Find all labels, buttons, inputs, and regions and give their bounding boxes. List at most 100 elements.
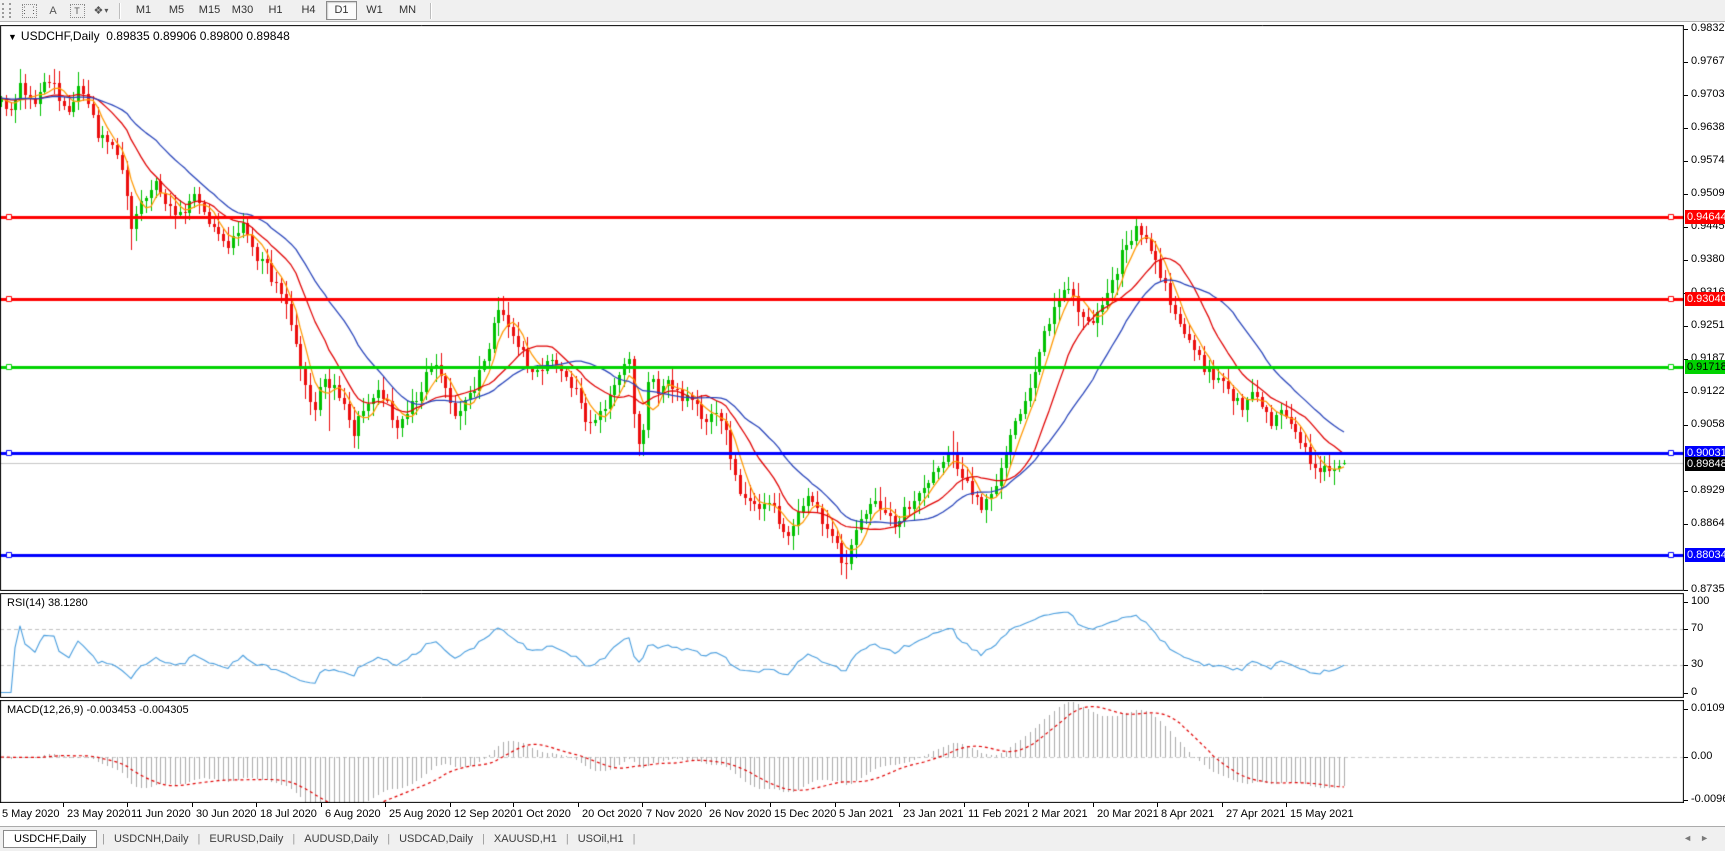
date-axis-tick: [964, 803, 965, 807]
rsi-axis-label: 70: [1691, 622, 1704, 635]
price-axis-tick: [1684, 128, 1688, 129]
date-axis-tick: [1286, 803, 1287, 807]
chart-tab-usdcnh[interactable]: USDCNH,Daily: [105, 831, 198, 847]
chart-tab-audusd[interactable]: AUDUSD,Daily: [295, 831, 387, 847]
price-axis-label: 0.89290: [1691, 484, 1725, 497]
chart-tab-eurusd[interactable]: EURUSD,Daily: [200, 831, 292, 847]
price-axis-label: 0.95740: [1691, 154, 1725, 167]
date-axis-tick: [321, 803, 322, 807]
rsi-axis-label: 0: [1691, 685, 1698, 698]
macd-axis-tick: [1684, 799, 1688, 801]
grid-icon[interactable]: ⋮⋮: [20, 3, 38, 19]
price-axis-tick: [1684, 524, 1688, 526]
date-axis-label: 11 Feb 2021: [968, 808, 1029, 820]
date-axis-tick: [1028, 803, 1029, 807]
timeframe-button-m15[interactable]: M15: [194, 1, 225, 20]
price-axis-label: 0.95095: [1691, 187, 1725, 200]
macd-axis-label: -0.00965: [1691, 792, 1725, 805]
rsi-panel-canvas[interactable]: [0, 593, 1684, 698]
price-axis-tick: [1684, 590, 1688, 592]
date-axis-tick: [642, 803, 643, 807]
date-axis-label: 6 Aug 2020: [325, 808, 381, 820]
chart-title: ▼ USDCHF,Daily 0.89835 0.89906 0.89800 0.…: [8, 29, 290, 43]
date-axis-tick: [63, 803, 64, 807]
date-axis-label: 27 Apr 2021: [1226, 808, 1286, 820]
date-axis-label: 12 Sep 2020: [454, 808, 517, 820]
macd-axis-label: 0.00: [1691, 750, 1713, 762]
date-axis-label: 1 Oct 2020: [517, 808, 571, 820]
date-axis-tick: [1157, 803, 1158, 807]
date-axis-tick: [1222, 803, 1223, 807]
date-axis-label: 11 Jun 2020: [131, 808, 191, 820]
chart-symbol-period: USDCHF,Daily: [20, 29, 100, 43]
chart-collapse-icon[interactable]: ▼: [8, 32, 17, 42]
date-axis-tick: [578, 803, 579, 807]
price-axis-label: 0.93805: [1691, 253, 1725, 266]
price-axis-tick: [1684, 227, 1688, 229]
price-axis-tick: [1684, 326, 1688, 328]
timeframe-button-w1[interactable]: W1: [359, 1, 390, 20]
toolbar: ⋮⋮ A T ❖ ▾ M1 M5 M15 M30 H1 H4 D1 W1 MN: [0, 0, 1725, 22]
price-axis-tick: [1684, 62, 1688, 63]
date-axis-tick: [127, 803, 128, 807]
chart-tab-usoil[interactable]: USOil,H1: [569, 831, 633, 847]
timeframe-button-m30[interactable]: M30: [227, 1, 258, 20]
toolbar-separator: [119, 2, 121, 19]
toolbar-grip[interactable]: [2, 3, 11, 18]
price-axis-label: 0.88645: [1691, 517, 1725, 530]
date-axis-tick: [899, 803, 900, 807]
price-axis-tick: [1684, 491, 1688, 493]
date-axis-tick: [192, 803, 193, 807]
macd-panel-canvas[interactable]: [0, 700, 1684, 803]
chart-tab-xauusd[interactable]: XAUUSD,H1: [485, 831, 566, 847]
rsi-label: RSI(14) 38.1280: [7, 597, 88, 609]
date-axis-label: 20 Oct 2020: [582, 808, 642, 820]
price-axis-tick: [1684, 425, 1688, 427]
date-axis-label: 2 Mar 2021: [1032, 808, 1088, 820]
rsi-axis-tick: [1684, 629, 1688, 631]
price-axis-label: 0.92515: [1691, 319, 1725, 332]
date-axis-tick: [770, 803, 771, 807]
date-axis-tick: [513, 803, 514, 807]
price-axis-tick: [1684, 161, 1688, 163]
timeframe-button-m5[interactable]: M5: [161, 1, 192, 20]
price-axis-tick: [1684, 95, 1688, 96]
macd-label: MACD(12,26,9) -0.003453 -0.004305: [7, 704, 189, 716]
date-axis-label: 23 Jan 2021: [903, 808, 964, 820]
date-axis-tick: [705, 803, 706, 807]
price-axis-label: 0.96385: [1691, 121, 1725, 133]
date-axis-tick: [450, 803, 451, 807]
chart-tab-usdcad[interactable]: USDCAD,Daily: [390, 831, 482, 847]
text-box-icon[interactable]: T: [68, 3, 86, 19]
price-axis-tick: [1684, 392, 1688, 394]
timeframe-button-d1[interactable]: D1: [326, 1, 357, 20]
toolbar-separator: [430, 2, 432, 19]
price-axis-label: 0.91225: [1691, 385, 1725, 398]
timeframe-button-m1[interactable]: M1: [128, 1, 159, 20]
rsi-axis-tick: [1684, 692, 1688, 694]
hline-price-badge: 0.88034: [1685, 548, 1725, 563]
text-label-icon[interactable]: A: [44, 3, 62, 19]
grid-icon-glyph: ⋮⋮: [20, 3, 38, 18]
date-axis-label: 20 Mar 2021: [1097, 808, 1159, 820]
main-chart-canvas[interactable]: [0, 25, 1684, 591]
styles-icon[interactable]: ❖ ▾: [92, 3, 110, 19]
date-axis-tick: [385, 803, 386, 807]
rsi-axis-label: 30: [1691, 658, 1704, 671]
price-axis-label: 0.98320: [1691, 22, 1725, 34]
tab-scroll-left-icon[interactable]: ◄: [1683, 833, 1700, 843]
hline-price-badge: 0.91718: [1685, 359, 1725, 374]
date-axis-label: 5 Jan 2021: [839, 808, 894, 820]
current-price-badge: 0.89848: [1685, 456, 1725, 471]
timeframe-button-h1[interactable]: H1: [260, 1, 291, 20]
price-axis-label: 0.87355: [1691, 583, 1725, 596]
date-axis-label: 30 Jun 2020: [196, 808, 257, 820]
tab-scroll-right-icon[interactable]: ►: [1700, 833, 1717, 843]
chart-tab-usdchf[interactable]: USDCHF,Daily: [3, 830, 98, 848]
timeframe-button-h4[interactable]: H4: [293, 1, 324, 20]
rsi-axis-label: 100: [1691, 595, 1710, 607]
rsi-axis-tick: [1684, 665, 1688, 667]
chevron-down-icon: ▾: [104, 6, 109, 15]
timeframe-button-mn[interactable]: MN: [392, 1, 423, 20]
date-axis-label: 7 Nov 2020: [646, 808, 703, 820]
